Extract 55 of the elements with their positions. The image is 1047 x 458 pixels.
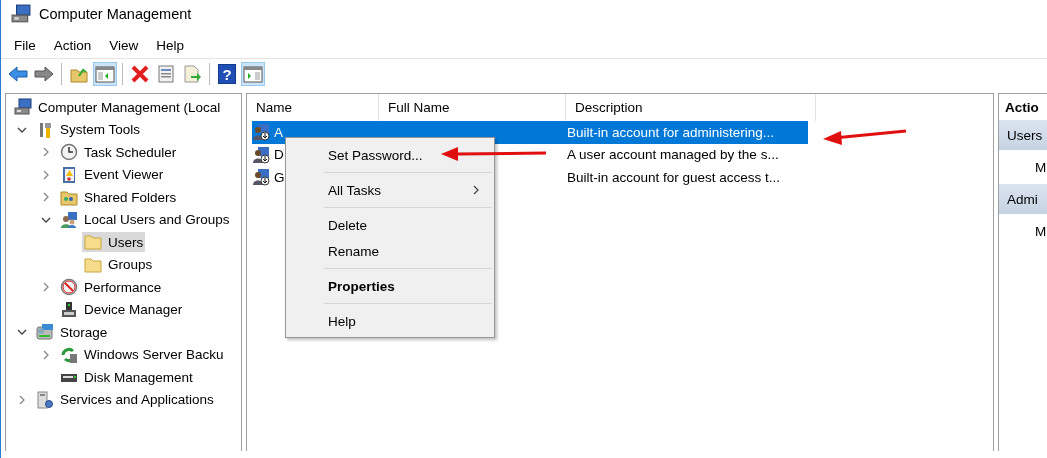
tree-item[interactable]: Services and Applications: [34, 389, 216, 410]
backup-icon: [60, 345, 78, 364]
user-name-cell[interactable]: A: [252, 121, 286, 144]
tree-item[interactable]: Performance: [58, 277, 164, 298]
tree-item[interactable]: System Tools: [34, 119, 143, 140]
tree-item[interactable]: Computer Management (Local: [12, 97, 223, 118]
perf-icon: [60, 278, 78, 297]
app-icon: [11, 4, 31, 24]
tree-item[interactable]: Groups: [82, 254, 155, 275]
folder-icon: [84, 233, 102, 252]
storage-icon: [36, 323, 54, 342]
tree-item[interactable]: Device Manager: [58, 299, 185, 320]
tree-item[interactable]: Task Scheduler: [58, 142, 179, 163]
window-title: Computer Management: [39, 6, 192, 22]
menu-item[interactable]: All Tasks: [286, 177, 494, 203]
device-icon: [60, 300, 78, 319]
task-link[interactable]: M: [1035, 223, 1047, 239]
menu-item[interactable]: Properties: [286, 273, 494, 299]
clock-icon: [60, 143, 78, 162]
tree-item[interactable]: Event Viewer: [58, 164, 166, 185]
user-name-cell[interactable]: D: [252, 143, 287, 166]
share-icon: [60, 188, 78, 207]
tree-item[interactable]: Users: [82, 232, 146, 253]
computer-icon: [14, 98, 32, 117]
actions-header: Actio: [1004, 98, 1040, 117]
tree-item[interactable]: Local Users and Groups: [58, 209, 232, 230]
table-cell[interactable]: A user account managed by the s...: [558, 143, 808, 166]
menu-item[interactable]: Set Password...: [286, 142, 494, 168]
user-icon: [252, 123, 270, 142]
tree-item[interactable]: Shared Folders: [58, 187, 179, 208]
menu-item[interactable]: Delete: [286, 212, 494, 238]
user-name-cell[interactable]: G: [252, 166, 288, 189]
services-icon: [36, 390, 54, 409]
folder-icon: [84, 255, 102, 274]
menu-item[interactable]: Rename: [286, 238, 494, 264]
event-icon: [60, 165, 78, 184]
tree-item[interactable]: Windows Server Backu: [58, 344, 226, 365]
user-icon: [252, 145, 270, 164]
table-cell[interactable]: Built-in account for guest access t...: [558, 166, 808, 189]
menu-item[interactable]: Action: [44, 37, 101, 53]
table-cell[interactable]: Built-in account for administering...: [558, 121, 808, 144]
menu-item[interactable]: Help: [147, 37, 194, 53]
task-link[interactable]: M: [1035, 159, 1047, 175]
action-toggle-button[interactable]: [241, 62, 265, 86]
menu-item[interactable]: View: [100, 37, 148, 53]
tree-item[interactable]: Disk Management: [58, 367, 195, 388]
user-icon: [252, 168, 270, 187]
menu-item[interactable]: File: [5, 37, 45, 53]
users-icon: [60, 210, 78, 229]
menu-item[interactable]: Help: [286, 308, 494, 334]
tree-item[interactable]: Storage: [34, 322, 110, 343]
tree-toggle-button[interactable]: [93, 62, 117, 86]
help-button[interactable]: ?: [215, 62, 239, 86]
actions-section-header[interactable]: Admi: [999, 184, 1047, 214]
actions-section-header[interactable]: Users: [999, 120, 1047, 150]
